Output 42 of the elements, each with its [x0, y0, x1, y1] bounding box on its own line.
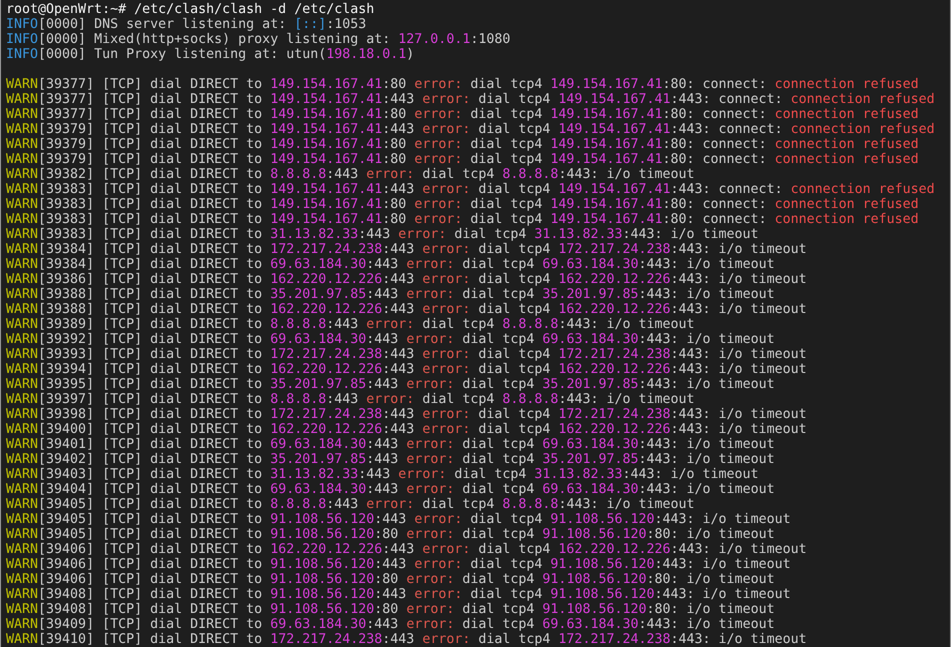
log-line: WARN[39386] [TCP] dial DIRECT to 162.220.12.226:443 error: dial tcp4 162.220.12.226:443: i/o timeout	[6, 272, 807, 287]
log-line: WARN[39410] [TCP] dial DIRECT to 172.217.24.238:443 error: dial tcp4 172.217.24.238:443: i/o timeout	[6, 632, 807, 647]
log-line: INFO[0000] DNS server listening at: [::]:1053	[6, 17, 366, 32]
log-line: WARN[39379] [TCP] dial DIRECT to 149.154.167.41:443 error: dial tcp4 149.154.167.41:443: connect: connection refused	[6, 122, 935, 137]
log-line: WARN[39404] [TCP] dial DIRECT to 69.63.184.30:443 error: dial tcp4 69.63.184.30:443: i/o timeout	[6, 482, 775, 497]
log-line: WARN[39397] [TCP] dial DIRECT to 8.8.8.8:443 error: dial tcp4 8.8.8.8:443: i/o timeout	[6, 392, 695, 407]
log-line: WARN[39405] [TCP] dial DIRECT to 91.108.56.120:443 error: dial tcp4 91.108.56.120:443: i/o timeout	[6, 512, 791, 527]
log-line: WARN[39406] [TCP] dial DIRECT to 91.108.56.120:443 error: dial tcp4 91.108.56.120:443: i/o timeout	[6, 557, 791, 572]
command-line: root@OpenWrt:~# /etc/clash/clash -d /etc/clash	[6, 2, 374, 17]
log-line: WARN[39392] [TCP] dial DIRECT to 69.63.184.30:443 error: dial tcp4 69.63.184.30:443: i/o timeout	[6, 332, 775, 347]
log-line: WARN[39394] [TCP] dial DIRECT to 162.220.12.226:443 error: dial tcp4 162.220.12.226:443: i/o timeout	[6, 362, 807, 377]
log-line: WARN[39377] [TCP] dial DIRECT to 149.154.167.41:80 error: dial tcp4 149.154.167.41:80: connect: connection refused	[6, 107, 919, 122]
log-line: WARN[39409] [TCP] dial DIRECT to 69.63.184.30:443 error: dial tcp4 69.63.184.30:443: i/o timeout	[6, 617, 775, 632]
log-line: WARN[39384] [TCP] dial DIRECT to 172.217.24.238:443 error: dial tcp4 172.217.24.238:443: i/o timeout	[6, 242, 807, 257]
log-line: WARN[39406] [TCP] dial DIRECT to 162.220.12.226:443 error: dial tcp4 162.220.12.226:443: i/o timeout	[6, 542, 807, 557]
log-line: WARN[39388] [TCP] dial DIRECT to 162.220.12.226:443 error: dial tcp4 162.220.12.226:443: i/o timeout	[6, 302, 807, 317]
log-line: WARN[39379] [TCP] dial DIRECT to 149.154.167.41:80 error: dial tcp4 149.154.167.41:80: connect: connection refused	[6, 152, 919, 167]
log-line: WARN[39377] [TCP] dial DIRECT to 149.154.167.41:443 error: dial tcp4 149.154.167.41:443: connect: connection refused	[6, 92, 935, 107]
log-line: WARN[39408] [TCP] dial DIRECT to 91.108.56.120:443 error: dial tcp4 91.108.56.120:443: i/o timeout	[6, 587, 791, 602]
log-line: WARN[39400] [TCP] dial DIRECT to 162.220.12.226:443 error: dial tcp4 162.220.12.226:443: i/o timeout	[6, 422, 807, 437]
log-line: WARN[39383] [TCP] dial DIRECT to 149.154.167.41:443 error: dial tcp4 149.154.167.41:443: connect: connection refused	[6, 182, 935, 197]
log-line: WARN[39379] [TCP] dial DIRECT to 149.154.167.41:80 error: dial tcp4 149.154.167.41:80: connect: connection refused	[6, 137, 919, 152]
log-line: WARN[39383] [TCP] dial DIRECT to 31.13.82.33:443 error: dial tcp4 31.13.82.33:443: i/o timeout	[6, 227, 759, 242]
log-line: WARN[39406] [TCP] dial DIRECT to 91.108.56.120:80 error: dial tcp4 91.108.56.120:80: i/o timeout	[6, 572, 775, 587]
log-line: WARN[39408] [TCP] dial DIRECT to 91.108.56.120:80 error: dial tcp4 91.108.56.120:80: i/o timeout	[6, 602, 775, 617]
log-line: WARN[39389] [TCP] dial DIRECT to 8.8.8.8:443 error: dial tcp4 8.8.8.8:443: i/o timeout	[6, 317, 695, 332]
log-line: WARN[39388] [TCP] dial DIRECT to 35.201.97.85:443 error: dial tcp4 35.201.97.85:443: i/o timeout	[6, 287, 775, 302]
log-line: WARN[39405] [TCP] dial DIRECT to 8.8.8.8:443 error: dial tcp4 8.8.8.8:443: i/o timeout	[6, 497, 695, 512]
log-line: WARN[39377] [TCP] dial DIRECT to 149.154.167.41:80 error: dial tcp4 149.154.167.41:80: connect: connection refused	[6, 77, 919, 92]
log-line: WARN[39393] [TCP] dial DIRECT to 172.217.24.238:443 error: dial tcp4 172.217.24.238:443: i/o timeout	[6, 347, 807, 362]
log-line: WARN[39384] [TCP] dial DIRECT to 69.63.184.30:443 error: dial tcp4 69.63.184.30:443: i/o timeout	[6, 257, 775, 272]
log-line: WARN[39405] [TCP] dial DIRECT to 91.108.56.120:80 error: dial tcp4 91.108.56.120:80: i/o timeout	[6, 527, 775, 542]
log-line: WARN[39402] [TCP] dial DIRECT to 35.201.97.85:443 error: dial tcp4 35.201.97.85:443: i/o timeout	[6, 452, 775, 467]
log-line: WARN[39383] [TCP] dial DIRECT to 149.154.167.41:80 error: dial tcp4 149.154.167.41:80: connect: connection refused	[6, 212, 919, 227]
log-line: WARN[39403] [TCP] dial DIRECT to 31.13.82.33:443 error: dial tcp4 31.13.82.33:443: i/o timeout	[6, 467, 759, 482]
log-line: WARN[39395] [TCP] dial DIRECT to 35.201.97.85:443 error: dial tcp4 35.201.97.85:443: i/o timeout	[6, 377, 775, 392]
log-line: INFO[0000] Mixed(http+socks) proxy listening at: 127.0.0.1:1080	[6, 32, 510, 47]
log-line: WARN[39398] [TCP] dial DIRECT to 172.217.24.238:443 error: dial tcp4 172.217.24.238:443: i/o timeout	[6, 407, 807, 422]
log-line: WARN[39401] [TCP] dial DIRECT to 69.63.184.30:443 error: dial tcp4 69.63.184.30:443: i/o timeout	[6, 437, 775, 452]
log-line: WARN[39383] [TCP] dial DIRECT to 149.154.167.41:80 error: dial tcp4 149.154.167.41:80: connect: connection refused	[6, 197, 919, 212]
log-line: WARN[39382] [TCP] dial DIRECT to 8.8.8.8:443 error: dial tcp4 8.8.8.8:443: i/o timeout	[6, 167, 695, 182]
log-line: INFO[0000] Tun Proxy listening at: utun(198.18.0.1)	[6, 47, 414, 62]
